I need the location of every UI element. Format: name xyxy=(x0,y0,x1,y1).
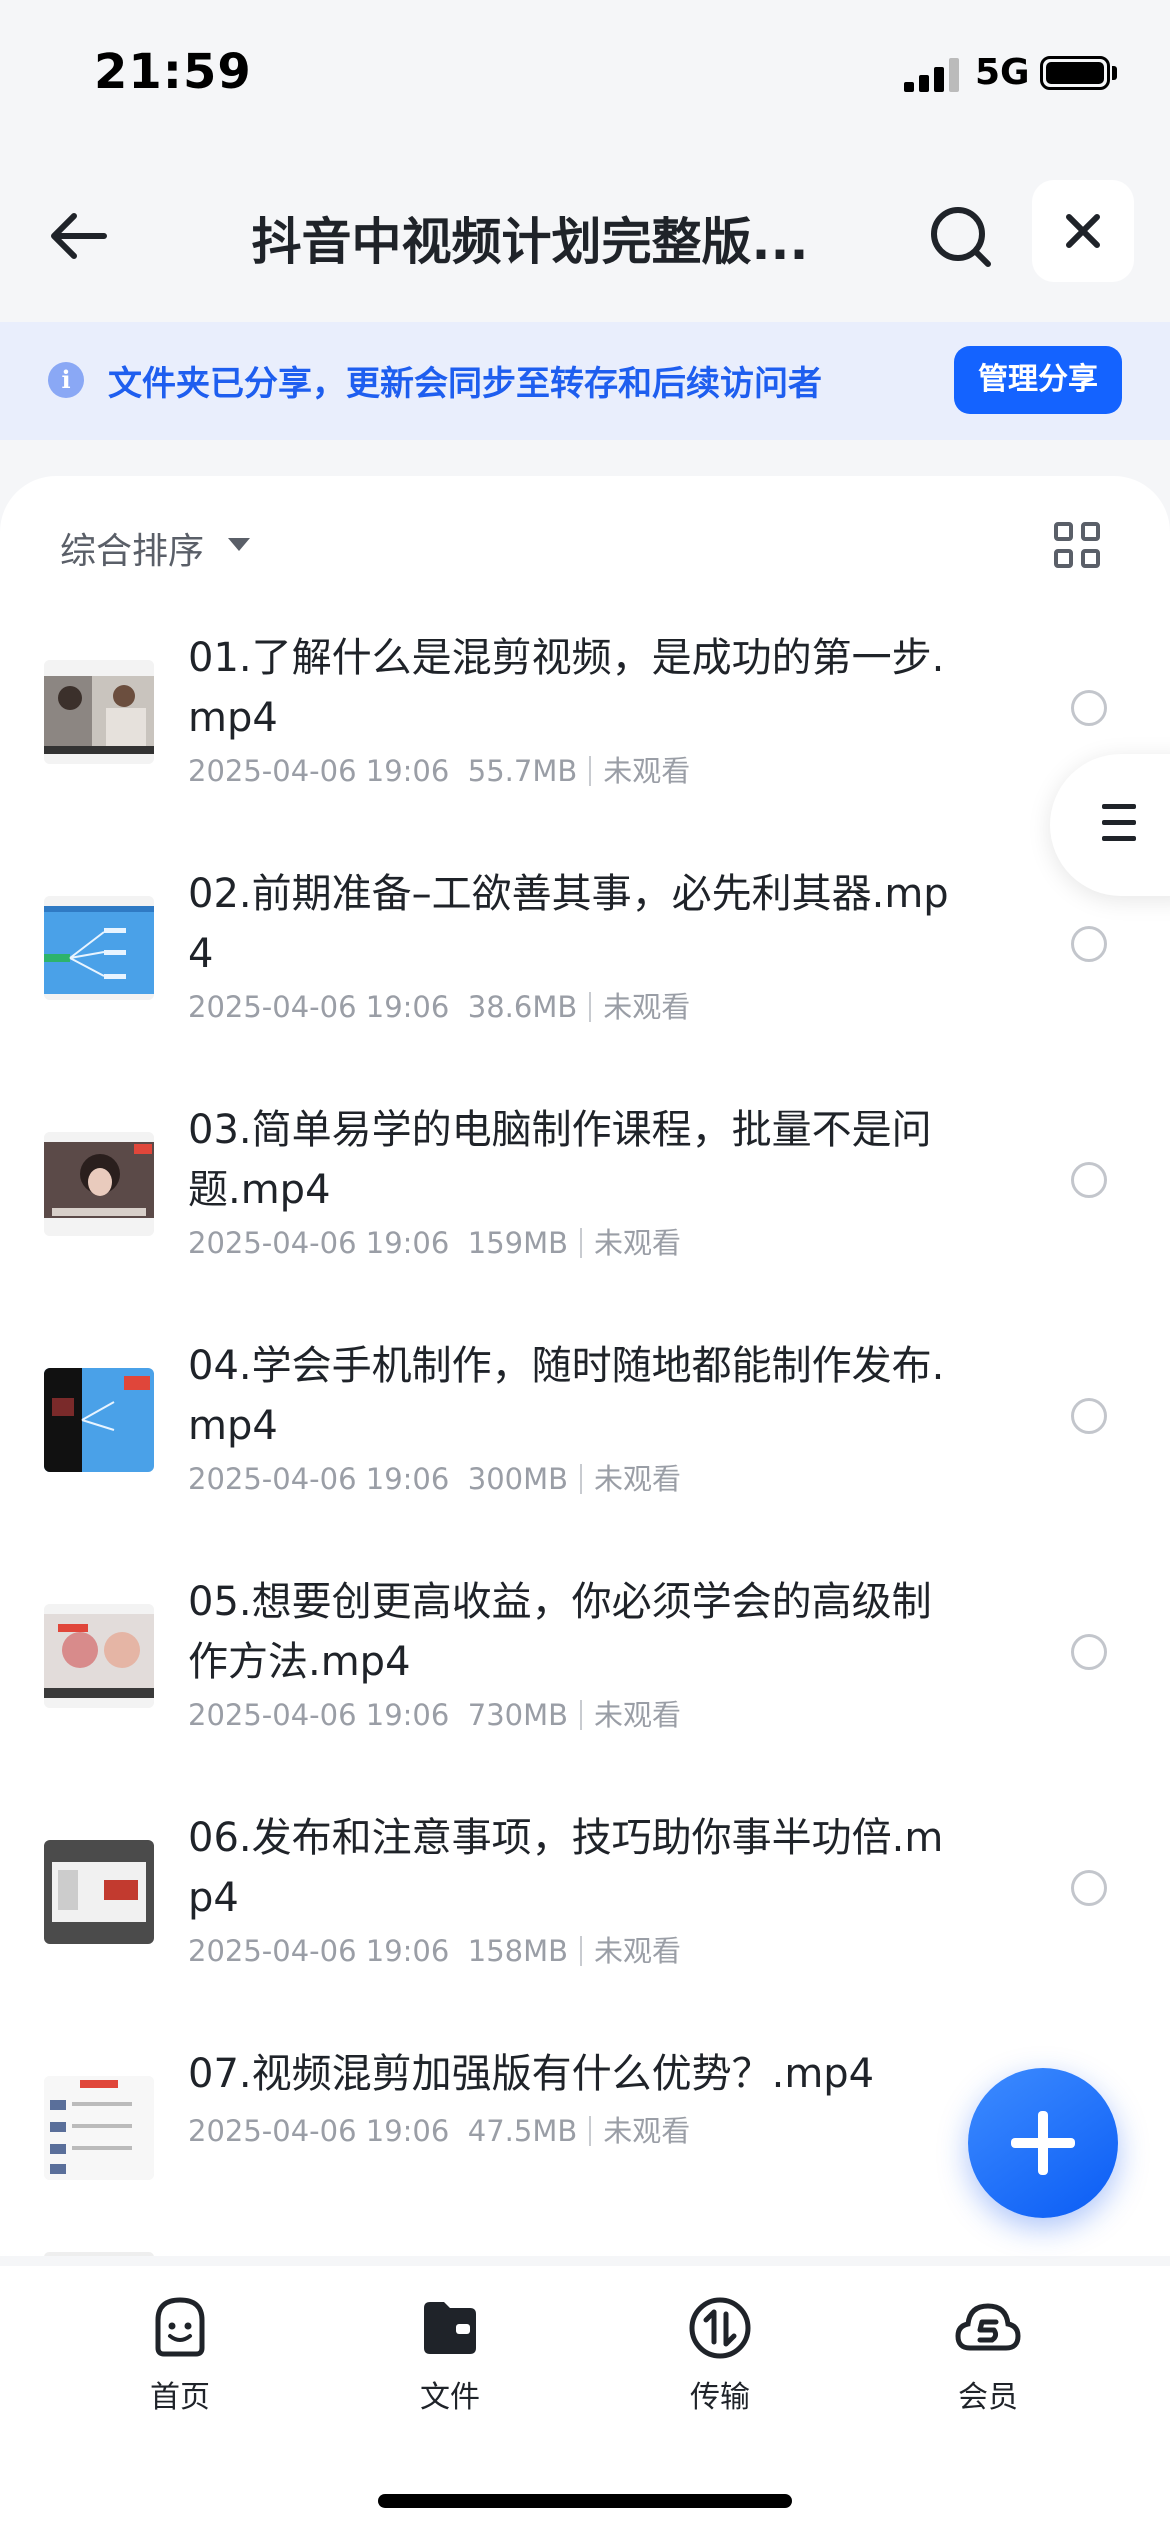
manage-share-button[interactable]: 管理分享 xyxy=(954,346,1122,414)
select-radio[interactable] xyxy=(1071,1634,1107,1670)
file-row[interactable]: 01.了解什么是混剪视频，是成功的第一步.mp4 2025-04-06 19:0… xyxy=(0,624,1170,860)
signal-icon xyxy=(904,58,960,92)
file-name: 01.了解什么是混剪视频，是成功的第一步.mp4 xyxy=(188,635,945,741)
add-button[interactable] xyxy=(968,2068,1118,2218)
share-banner: i 文件夹已分享，更新会同步至转存和后续访问者 管理分享 xyxy=(0,322,1170,440)
file-meta: 2025-04-06 19:06 158MB 未观看 xyxy=(188,1934,682,1968)
file-name: 03.简单易学的电脑制作课程，批量不是问题.mp4 xyxy=(188,1107,932,1213)
video-thumbnail xyxy=(44,2076,154,2180)
file-meta: 2025-04-06 19:06 47.5MB 未观看 xyxy=(188,2114,691,2148)
share-banner-text: 文件夹已分享，更新会同步至转存和后续访问者 xyxy=(108,364,822,404)
nav-vip-label: 会员 xyxy=(958,2380,1018,2415)
smile-face-icon xyxy=(155,2297,205,2357)
file-meta: 2025-04-06 19:06 55.7MB 未观看 xyxy=(188,754,691,788)
select-radio[interactable] xyxy=(1071,1398,1107,1434)
nav-transfer[interactable]: 传输 xyxy=(640,2290,800,2416)
file-name: 05.想要创更高收益，你必须学会的高级制作方法.mp4 xyxy=(188,1579,932,1685)
file-meta: 2025-04-06 19:06 730MB 未观看 xyxy=(188,1698,682,1732)
close-button[interactable] xyxy=(1032,180,1134,282)
file-row[interactable]: 02.前期准备–工欲善其事，必先利其器.mp4 2025-04-06 19:06… xyxy=(0,860,1170,1096)
video-thumbnail xyxy=(44,1840,154,1944)
select-radio[interactable] xyxy=(1071,690,1107,726)
video-thumbnail xyxy=(44,1368,154,1472)
status-time: 21:59 xyxy=(94,44,252,100)
video-thumbnail xyxy=(44,896,154,1000)
file-name: 07.视频混剪加强版有什么优势？.mp4 xyxy=(188,2051,875,2097)
home-indicator xyxy=(378,2494,792,2508)
nav-transfer-label: 传输 xyxy=(690,2380,750,2415)
folder-icon xyxy=(424,2302,476,2354)
page-title: 抖音中视频计划完整版... xyxy=(251,213,809,271)
video-thumbnail xyxy=(44,1604,154,1708)
header: 抖音中视频计划完整版... xyxy=(0,160,1170,310)
file-row[interactable]: 05.想要创更高收益，你必须学会的高级制作方法.mp4 2025-04-06 1… xyxy=(0,1568,1170,1804)
bottom-nav: 首页 文件 传输 会员 xyxy=(0,2266,1170,2532)
nav-files[interactable]: 文件 xyxy=(370,2290,530,2416)
file-name: 04.学会手机制作，随时随地都能制作发布.mp4 xyxy=(188,1343,945,1449)
nav-files-label: 文件 xyxy=(420,2380,480,2415)
network-label: 5G xyxy=(975,52,1030,93)
caret-down-icon[interactable] xyxy=(228,538,250,551)
grid-view-icon[interactable] xyxy=(1054,522,1100,568)
nav-home[interactable]: 首页 xyxy=(100,2290,260,2416)
file-list-card: 综合排序 01.了解什么是混剪视频，是成功的第一步.mp4 2025-04-06… xyxy=(0,476,1170,2256)
file-meta: 2025-04-06 19:06 159MB 未观看 xyxy=(188,1226,682,1260)
file-row[interactable]: 06.发布和注意事项，技巧助你事半功倍.mp4 2025-04-06 19:06… xyxy=(0,1804,1170,2040)
file-row[interactable]: 03.简单易学的电脑制作课程，批量不是问题.mp4 2025-04-06 19:… xyxy=(0,1096,1170,1332)
transfer-icon xyxy=(689,2297,751,2359)
search-icon xyxy=(931,207,991,267)
sort-dropdown-label[interactable]: 综合排序 xyxy=(60,522,204,574)
file-row[interactable]: 04.学会手机制作，随时随地都能制作发布.mp4 2025-04-06 19:0… xyxy=(0,1332,1170,1568)
nav-vip[interactable]: 会员 xyxy=(908,2290,1068,2416)
status-bar: 21:59 5G xyxy=(0,0,1170,150)
select-radio[interactable] xyxy=(1071,1870,1107,1906)
battery-icon xyxy=(1040,56,1110,90)
video-thumbnail xyxy=(44,1132,154,1236)
close-icon xyxy=(1066,214,1100,248)
video-thumbnail xyxy=(44,2252,154,2256)
select-radio[interactable] xyxy=(1071,926,1107,962)
file-meta: 2025-04-06 19:06 38.6MB 未观看 xyxy=(188,990,691,1024)
select-radio[interactable] xyxy=(1071,1162,1107,1198)
file-name: 06.发布和注意事项，技巧助你事半功倍.mp4 xyxy=(188,1815,944,1921)
file-name: 02.前期准备–工欲善其事，必先利其器.mp4 xyxy=(188,871,949,977)
file-meta: 2025-04-06 19:06 300MB 未观看 xyxy=(188,1462,682,1496)
back-button[interactable] xyxy=(44,200,116,272)
file-row[interactable] xyxy=(0,2252,1170,2256)
cloud-icon xyxy=(955,2303,1021,2351)
info-icon: i xyxy=(48,362,84,398)
nav-home-label: 首页 xyxy=(150,2380,210,2415)
video-thumbnail xyxy=(44,660,154,764)
arrow-left-icon xyxy=(51,213,107,259)
search-button[interactable] xyxy=(924,200,998,274)
